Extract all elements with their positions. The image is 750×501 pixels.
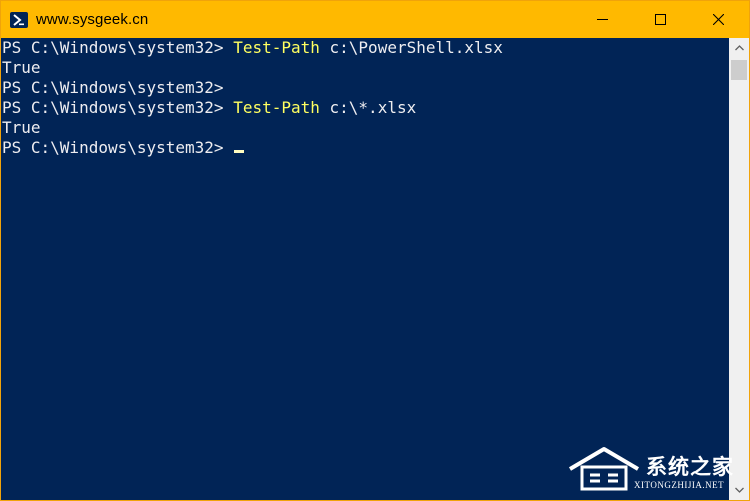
console-line: PS C:\Windows\system32> bbox=[1, 138, 729, 158]
chevron-up-icon bbox=[734, 45, 744, 51]
maximize-button[interactable] bbox=[637, 1, 683, 38]
console-output[interactable]: PS C:\Windows\system32> Test-Path c:\Pow… bbox=[1, 38, 729, 500]
console-line: True bbox=[1, 118, 729, 138]
minimize-icon bbox=[596, 19, 608, 20]
output-text: True bbox=[2, 118, 41, 137]
text-cursor bbox=[234, 150, 245, 153]
house-logo-icon bbox=[568, 447, 640, 491]
close-icon bbox=[712, 14, 724, 25]
command-text: Test-Path bbox=[233, 98, 320, 117]
maximize-icon bbox=[654, 14, 666, 25]
window-title: www.sysgeek.cn bbox=[36, 11, 149, 28]
prompt-text: PS C:\Windows\system32> bbox=[2, 38, 234, 57]
output-text: True bbox=[2, 58, 41, 77]
command-text: Test-Path bbox=[233, 38, 320, 57]
powershell-icon bbox=[10, 11, 28, 28]
minimize-button[interactable] bbox=[579, 1, 625, 38]
prompt-text: PS C:\Windows\system32> bbox=[2, 98, 234, 117]
scroll-up-button[interactable] bbox=[729, 38, 749, 58]
scroll-thumb[interactable] bbox=[731, 60, 747, 80]
console-line: PS C:\Windows\system32> Test-Path c:\Pow… bbox=[1, 38, 729, 58]
powershell-window: www.sysgeek.cn PS C:\Windows\system32> T… bbox=[0, 0, 750, 501]
console-line: True bbox=[1, 58, 729, 78]
prompt-text: PS C:\Windows\system32> bbox=[2, 78, 224, 97]
watermark-name: 系统之家 bbox=[646, 455, 734, 479]
watermark-url: XITONGZHIJIA.NET bbox=[634, 480, 725, 490]
close-button[interactable] bbox=[695, 1, 741, 38]
command-args: c:\*.xlsx bbox=[319, 98, 417, 117]
console-line: PS C:\Windows\system32> bbox=[1, 78, 729, 98]
vertical-scrollbar[interactable] bbox=[729, 38, 749, 500]
watermark: 系统之家 XITONGZHIJIA.NET bbox=[566, 443, 741, 495]
console-line: PS C:\Windows\system32> Test-Path c:\*.x… bbox=[1, 98, 729, 118]
title-bar[interactable]: www.sysgeek.cn bbox=[1, 1, 749, 38]
command-args: c:\PowerShell.xlsx bbox=[319, 38, 503, 57]
prompt-text: PS C:\Windows\system32> bbox=[2, 138, 234, 157]
